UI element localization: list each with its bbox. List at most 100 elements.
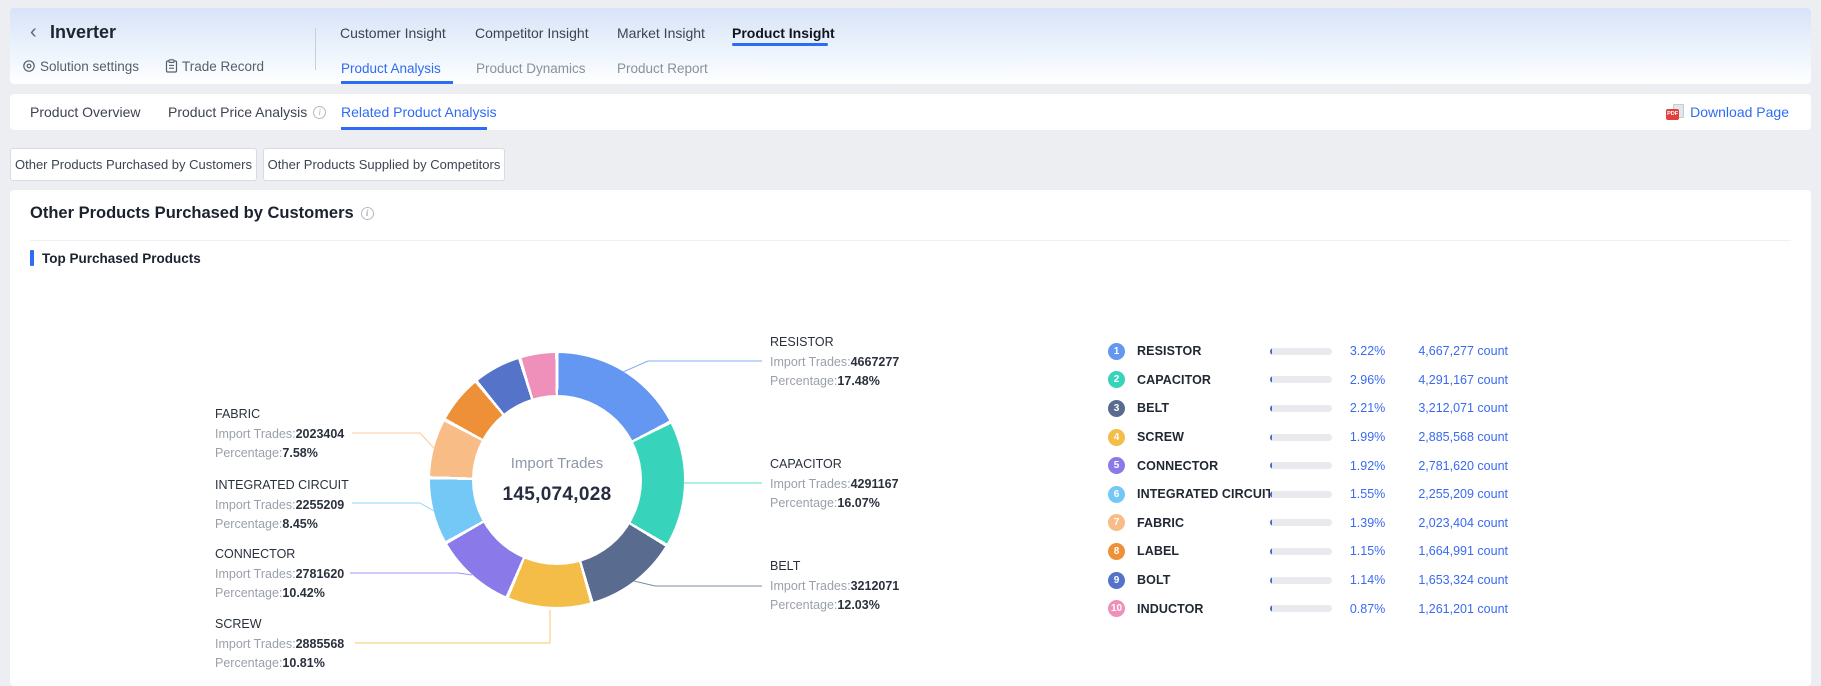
solution-settings-link[interactable]: Solution settings	[22, 56, 139, 76]
rank-progress-fill	[1270, 462, 1272, 469]
callout-trades-key: Import Trades:	[770, 477, 851, 491]
rank-progress-bar	[1270, 434, 1332, 441]
related-product-analysis-label: Related Product Analysis	[341, 94, 497, 130]
panel-info-icon[interactable]: i	[361, 207, 374, 220]
callout-pct-value: 8.45%	[282, 517, 317, 531]
callout-pct-key: Percentage:	[215, 656, 282, 670]
button-other-products-supplied-by-competitors[interactable]: Other Products Supplied by Competitors	[263, 148, 505, 181]
donut-chart[interactable]: Import Trades 145,074,028	[430, 353, 684, 607]
toolbar-item-related-product-analysis[interactable]: Related Product Analysis	[341, 94, 497, 130]
callout-trades-key: Import Trades:	[215, 567, 296, 581]
panel-divider	[30, 240, 1791, 241]
callout-trades-value: 3212071	[851, 579, 900, 593]
ranking-row: 10INDUCTOR0.87%1,261,201 count	[1108, 594, 1508, 623]
ranking-row: 3BELT2.21%3,212,071 count	[1108, 394, 1508, 423]
rank-progress-fill	[1270, 548, 1272, 555]
callout-pct-key: Percentage:	[215, 446, 282, 460]
rank-badge: 2	[1108, 371, 1125, 388]
button-other-products-purchased-by-customers[interactable]: Other Products Purchased by Customers	[10, 148, 257, 181]
callout-pct-value: 10.81%	[282, 656, 324, 670]
callout-pct-value: 10.42%	[282, 586, 324, 600]
tab-market-insight[interactable]: Market Insight	[617, 24, 705, 42]
donut-callout-fabric: FABRIC Import Trades:2023404 Percentage:…	[215, 405, 344, 464]
rank-badge: 9	[1108, 572, 1125, 589]
tab-customer-insight[interactable]: Customer Insight	[340, 24, 446, 42]
donut-callout-resistor: RESISTOR Import Trades:4667277 Percentag…	[770, 333, 899, 392]
callout-product-name: SCREW	[215, 615, 344, 635]
rank-product-name: SCREW	[1137, 430, 1270, 444]
rank-percentage: 3.22%	[1350, 344, 1392, 358]
rank-percentage: 1.92%	[1350, 459, 1392, 473]
callout-pct-key: Percentage:	[770, 598, 837, 612]
tab-competitor-insight[interactable]: Competitor Insight	[475, 24, 589, 42]
download-page-label: Download Page	[1690, 104, 1789, 120]
rank-progress-fill	[1270, 519, 1272, 526]
page-title: Inverter	[50, 21, 116, 43]
rank-progress-bar	[1270, 577, 1332, 584]
rank-progress-fill	[1270, 491, 1272, 498]
ranking-row: 4SCREW1.99%2,885,568 count	[1108, 423, 1508, 452]
info-icon[interactable]: i	[313, 106, 326, 119]
rank-count: 2,885,568 count	[1400, 430, 1508, 444]
active-tab-underline	[732, 43, 828, 46]
rank-percentage: 1.55%	[1350, 487, 1392, 501]
rank-product-name: BELT	[1137, 401, 1270, 415]
back-chevron-icon[interactable]: ‹	[30, 21, 37, 43]
callout-trades-value: 4667277	[851, 355, 900, 369]
rank-progress-bar	[1270, 348, 1332, 355]
section-title: Top Purchased Products	[42, 251, 201, 266]
rank-badge: 4	[1108, 429, 1125, 446]
subtab-product-dynamics[interactable]: Product Dynamics	[476, 60, 586, 78]
subtab-product-analysis[interactable]: Product Analysis	[341, 60, 441, 78]
rank-progress-bar	[1270, 548, 1332, 555]
ranking-row: 9BOLT1.14%1,653,324 count	[1108, 566, 1508, 595]
callout-trades-value: 2255209	[296, 498, 345, 512]
callout-product-name: BELT	[770, 557, 899, 577]
tab-product-insight[interactable]: Product Insight	[732, 24, 835, 42]
rank-count: 2,781,620 count	[1400, 459, 1508, 473]
rank-count: 2,255,209 count	[1400, 487, 1508, 501]
ranking-row: 8LABEL1.15%1,664,991 count	[1108, 537, 1508, 566]
section-accent-bar	[30, 250, 34, 266]
callout-product-name: INTEGRATED CIRCUIT	[215, 476, 349, 496]
callout-trades-key: Import Trades:	[215, 637, 296, 651]
donut-center: Import Trades 145,074,028	[472, 395, 642, 565]
donut-callout-integrated-circuit: INTEGRATED CIRCUIT Import Trades:2255209…	[215, 476, 349, 535]
clipboard-icon	[165, 59, 178, 73]
page: ‹ Inverter Solution settings Trade Recor…	[0, 0, 1821, 686]
callout-trades-value: 4291167	[851, 477, 899, 491]
pdf-icon: PDF	[1666, 104, 1684, 120]
ranking-row: 5 CONNECTOR 1.92% 2,781,620 count	[1108, 451, 1508, 480]
donut-callout-connector: CONNECTOR Import Trades:2781620 Percenta…	[215, 545, 344, 604]
rank-count: 3,212,071 count	[1400, 401, 1508, 415]
callout-product-name: CONNECTOR	[215, 545, 344, 565]
callout-trades-value: 2781620	[296, 567, 345, 581]
rank-badge: 10	[1108, 600, 1125, 617]
subtab-product-report[interactable]: Product Report	[617, 60, 708, 78]
rank-progress-fill	[1270, 577, 1272, 584]
trade-record-link[interactable]: Trade Record	[165, 56, 264, 76]
toolbar-item-product-price-analysis[interactable]: Product Price Analysis i	[168, 94, 326, 130]
rank-percentage: 1.39%	[1350, 516, 1392, 530]
rank-badge: 6	[1108, 486, 1125, 503]
donut-center-value: 145,074,028	[503, 484, 612, 506]
rank-product-name: CAPACITOR	[1137, 373, 1270, 387]
rank-product-name: RESISTOR	[1137, 344, 1270, 358]
rank-badge: 5	[1108, 457, 1125, 474]
panel-title: Other Products Purchased by Customers	[30, 204, 354, 223]
download-page-button[interactable]: PDF Download Page	[1666, 94, 1789, 130]
callout-product-name: RESISTOR	[770, 333, 899, 353]
rank-progress-bar	[1270, 462, 1332, 469]
callout-trades-key: Import Trades:	[770, 355, 851, 369]
active-subtab-underline	[341, 81, 453, 84]
callout-pct-value: 7.58%	[282, 446, 317, 460]
rank-progress-fill	[1270, 376, 1272, 383]
rank-count: 2,023,404 count	[1400, 516, 1508, 530]
top-products-ranking-list: 1RESISTOR3.22%4,667,277 count2CAPACITOR2…	[1108, 337, 1508, 623]
rank-product-name: CONNECTOR	[1137, 459, 1270, 473]
rank-count: 1,664,991 count	[1400, 544, 1508, 558]
donut-callout-belt: BELT Import Trades:3212071 Percentage:12…	[770, 557, 899, 616]
rank-count: 1,653,324 count	[1400, 573, 1508, 587]
rank-percentage: 1.14%	[1350, 573, 1392, 587]
toolbar-item-product-overview[interactable]: Product Overview	[30, 94, 140, 130]
